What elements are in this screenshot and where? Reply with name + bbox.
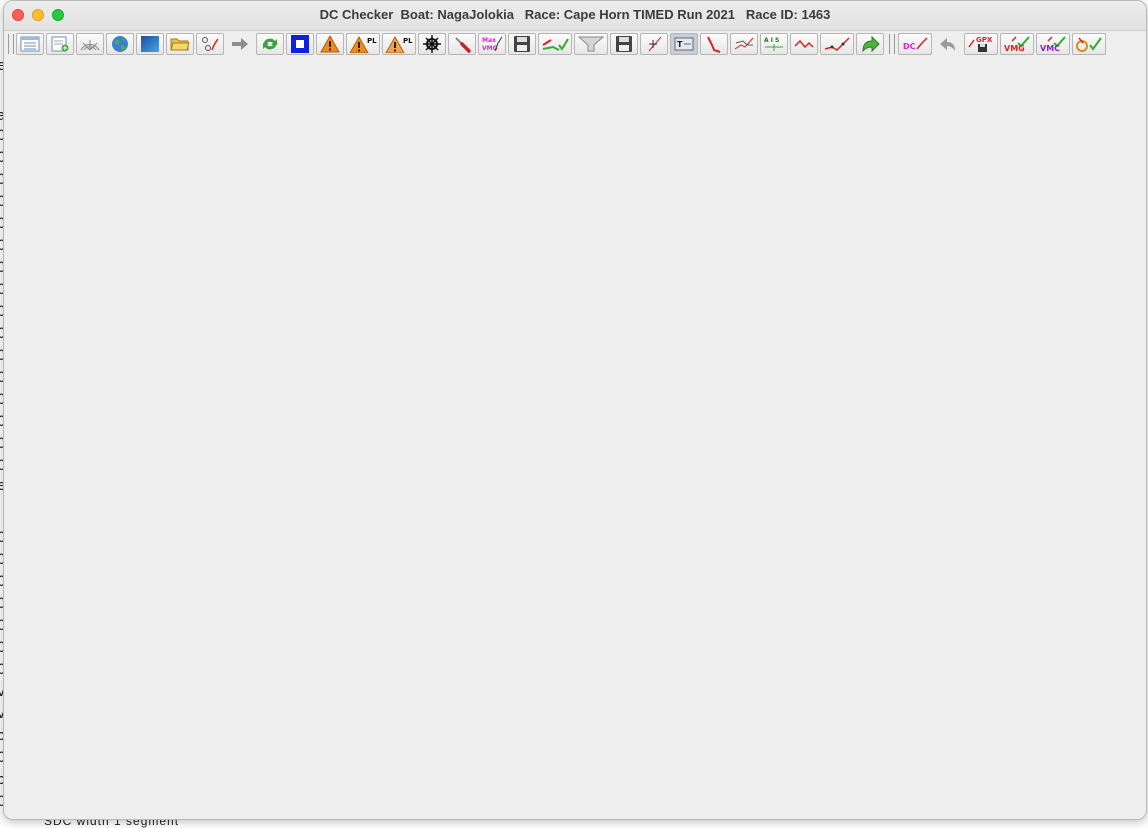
- ais-icon: A I S: [764, 37, 783, 51]
- floppy-disk-icon: [616, 36, 632, 52]
- polar-chart-button[interactable]: [76, 33, 104, 55]
- vmg-label: VMG: [1004, 44, 1025, 53]
- undo-button[interactable]: [934, 33, 962, 55]
- gpx-save-button[interactable]: GPX: [964, 33, 998, 55]
- vmg-button[interactable]: VMG: [1000, 33, 1034, 55]
- save-button[interactable]: [508, 33, 536, 55]
- warning-icon: [320, 35, 340, 53]
- arrow-right-icon: [232, 38, 248, 50]
- zigzag-button[interactable]: [790, 33, 818, 55]
- route-check-button[interactable]: [538, 33, 572, 55]
- folder-icon: [170, 38, 190, 51]
- vmc-label: VMC: [1040, 44, 1060, 53]
- main-toolbar: PL PL Max VMG T A I S DC GPX VMG VMC: [4, 31, 1146, 58]
- helm-button[interactable]: [418, 33, 446, 55]
- warning-pl-alt-button[interactable]: PL: [382, 33, 416, 55]
- ais-button[interactable]: A I S: [760, 33, 788, 55]
- window-title: DC Checker Boat: NagaJolokia Race: Cape …: [319, 7, 831, 22]
- warning-button[interactable]: [316, 33, 344, 55]
- vmc-icon: VMC: [1040, 36, 1066, 53]
- redo-button[interactable]: [856, 33, 884, 55]
- route-ok-icon: [1076, 37, 1102, 52]
- warning-pl-label: PL: [367, 37, 377, 45]
- trend-icon: [824, 37, 850, 51]
- filter-button[interactable]: [574, 33, 608, 55]
- gpx-icon: GPX: [968, 36, 993, 52]
- ship-wheel-icon: [423, 35, 441, 53]
- polar-chart-icon: [80, 40, 100, 51]
- svg-text:T: T: [677, 40, 683, 49]
- toolbar-grip[interactable]: [8, 34, 14, 54]
- track-red-button[interactable]: [700, 33, 728, 55]
- map-view-button[interactable]: [136, 33, 164, 55]
- redo-arrow-icon: [862, 35, 880, 53]
- route-ok-button[interactable]: [1072, 33, 1106, 55]
- route-check-icon: [542, 38, 569, 51]
- zigzag-icon: [794, 39, 814, 49]
- max-vmg-button[interactable]: Max VMG: [478, 33, 506, 55]
- trend-button[interactable]: [820, 33, 854, 55]
- warning-pl-icon: PL: [349, 35, 377, 53]
- undo-arrow-icon: [940, 38, 955, 51]
- list-icon: [20, 36, 40, 52]
- floppy-disk-icon: [514, 36, 530, 52]
- globe-button[interactable]: [106, 33, 134, 55]
- max-vmg-top-label: Max: [482, 37, 496, 44]
- document-add-icon: [51, 36, 69, 52]
- route-compare-icon: [734, 37, 754, 50]
- list-view-button[interactable]: [16, 33, 44, 55]
- gpx-label: GPX: [976, 36, 993, 44]
- tool-button[interactable]: [448, 33, 476, 55]
- ais-label: A I S: [764, 37, 779, 44]
- stop-icon: [291, 35, 309, 53]
- globe-icon: [112, 36, 128, 52]
- vmc-button[interactable]: VMC: [1036, 33, 1070, 55]
- screwdriver-icon: [455, 37, 471, 53]
- refresh-icon: [263, 38, 277, 50]
- dc-icon: DC: [903, 37, 928, 51]
- dc-button[interactable]: DC: [898, 33, 932, 55]
- blue-square-icon: [141, 36, 159, 52]
- open-folder-button[interactable]: [166, 33, 194, 55]
- route-points-button[interactable]: [196, 33, 224, 55]
- dc-label: DC: [903, 42, 916, 51]
- waypoint-icon: [648, 36, 662, 52]
- save-alt-button[interactable]: [610, 33, 638, 55]
- dc-checker-window: DC Checker Boat: NagaJolokia Race: Cape …: [3, 0, 1147, 820]
- route-compare-button[interactable]: [730, 33, 758, 55]
- text-box-icon: T: [674, 37, 694, 51]
- main-content-area: [4, 57, 1146, 819]
- warning-pl-alt-label: PL: [403, 37, 413, 45]
- route-points-icon: [202, 37, 219, 51]
- warning-pl-alt-icon: PL: [385, 35, 413, 53]
- stop-button[interactable]: [286, 33, 314, 55]
- refresh-button[interactable]: [256, 33, 284, 55]
- max-vmg-icon: MaxVMG: [482, 36, 503, 52]
- title-bar: DC Checker Boat: NagaJolokia Race: Cape …: [4, 1, 1146, 31]
- vmg-icon: VMG: [1004, 36, 1030, 53]
- text-button[interactable]: T: [670, 33, 698, 55]
- toolbar-separator: [889, 34, 895, 54]
- warning-pl-button[interactable]: PL: [346, 33, 380, 55]
- forward-button[interactable]: [226, 33, 254, 55]
- track-red-icon: [707, 36, 721, 53]
- funnel-icon: [577, 36, 605, 52]
- waypoint-button[interactable]: [640, 33, 668, 55]
- new-document-button[interactable]: [46, 33, 74, 55]
